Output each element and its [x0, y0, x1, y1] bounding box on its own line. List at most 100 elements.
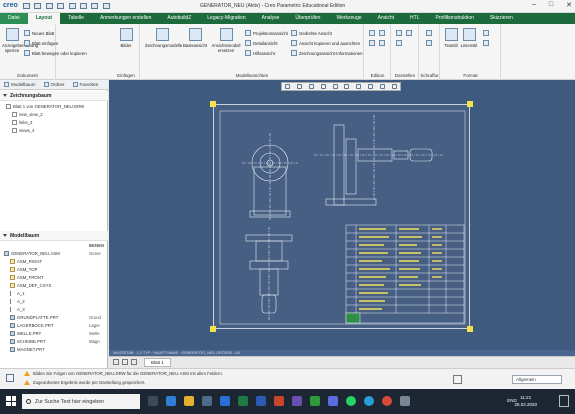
format-button-1[interactable]	[483, 30, 491, 36]
drawing-tree-item[interactable]: links_3	[12, 120, 32, 125]
word-icon[interactable]	[256, 396, 266, 406]
model-tree-item[interactable]: ASM_RIGHT	[10, 259, 42, 264]
chrome-icon[interactable]	[382, 396, 392, 406]
zoom-in-icon[interactable]	[297, 84, 303, 89]
detailansicht-button[interactable]: Detailansicht	[245, 40, 278, 46]
close-window-icon[interactable]	[102, 3, 110, 9]
anzeige-sperren-button[interactable]: Anzeigebemaßung sperren	[2, 28, 38, 53]
edit-button-2[interactable]	[379, 30, 387, 36]
redo-icon[interactable]	[68, 3, 76, 9]
model-tree-item[interactable]: ASM_TOP	[10, 267, 37, 272]
notification-icon[interactable]	[559, 395, 569, 407]
projektionsansicht-button[interactable]: Projektionsansicht	[245, 30, 288, 36]
taskbar-clock[interactable]: 11:21 25.02.2020	[514, 394, 537, 408]
excel-icon[interactable]	[238, 396, 248, 406]
whatsapp-icon[interactable]	[346, 396, 356, 406]
close-button[interactable]: ✕	[566, 1, 572, 11]
drawing-tree-item[interactable]: Blatt 1 von GENERATOR_NEU.DRW	[6, 104, 84, 109]
message-log-icon[interactable]	[6, 374, 14, 382]
tab-tabelle[interactable]: Tabelle	[60, 13, 92, 24]
blatt-bewegen-button[interactable]: Blatt bewegen oder kopieren	[24, 50, 87, 56]
tab-ordner[interactable]: Ordner	[40, 82, 69, 87]
save-icon[interactable]	[45, 3, 53, 9]
display-button-3[interactable]	[396, 40, 404, 46]
drawing-canvas[interactable]	[109, 80, 575, 356]
grid-icon[interactable]	[379, 84, 385, 89]
blatt-einfuegen-button[interactable]: Blatt einfügen	[24, 40, 58, 46]
onenote-icon[interactable]	[292, 396, 302, 406]
first-sheet-icon[interactable]	[113, 359, 119, 365]
ansichtsmodell-button[interactable]: Ansichtsmodell ersetzen	[211, 28, 241, 53]
drawing-tree-header[interactable]: Zeichnungsbaum	[0, 91, 108, 101]
find-icon[interactable]	[453, 375, 462, 384]
edit-button-4[interactable]	[379, 40, 387, 46]
file-explorer-icon[interactable]	[184, 396, 194, 406]
next-sheet-icon[interactable]	[131, 359, 137, 365]
window-icon[interactable]	[91, 3, 99, 9]
drawing-tree-item[interactable]: new_view_2	[12, 112, 43, 117]
tab-htl[interactable]: HTL	[402, 13, 427, 24]
annotation-display-icon[interactable]	[356, 84, 362, 89]
model-tree-item[interactable]: ASM_DEF_CSYS	[10, 283, 51, 288]
tab-ansicht[interactable]: Ansicht	[370, 13, 402, 24]
tab-modellbaum[interactable]: Modellbaum	[0, 82, 40, 87]
powerpoint-icon[interactable]	[274, 396, 284, 406]
minimize-button[interactable]: –	[532, 1, 536, 11]
hatch-button-2[interactable]	[426, 40, 434, 46]
model-tree-item[interactable]: SCHEIBE.PRT	[10, 339, 46, 344]
hilfsansicht-button[interactable]: Hilfsansicht	[245, 50, 275, 56]
tab-layout[interactable]: Layout	[27, 13, 61, 24]
windows-start-icon[interactable]	[6, 396, 16, 406]
datum-display-icon[interactable]	[344, 84, 350, 89]
display-button-2[interactable]	[406, 30, 414, 36]
taskbar-search-box[interactable]: Zur Suche Text hier eingeben	[22, 394, 140, 409]
zoom-out-icon[interactable]	[308, 84, 314, 89]
tab-legacy-migration[interactable]: Legacy-Migration	[199, 13, 253, 24]
model-tree-item[interactable]: A_3	[10, 307, 25, 312]
zeichnungsansicht-info-button[interactable]: Zeichnungsansicht-Informationen	[291, 50, 363, 56]
basisansicht-button[interactable]: Basisansicht	[181, 28, 209, 48]
model-tree-item[interactable]: MAGNET.PRT	[10, 347, 45, 352]
store-icon[interactable]	[202, 396, 212, 406]
model-tree-item[interactable]: GRUNDPLATTE.PRT	[10, 315, 58, 320]
model-tree-item[interactable]: ASM_FRONT	[10, 275, 44, 280]
edit-button-3[interactable]	[369, 40, 377, 46]
tab-autobuildz[interactable]: AutobuildZ	[159, 13, 199, 24]
edit-button-1[interactable]	[369, 30, 377, 36]
hatch-button[interactable]	[426, 30, 434, 36]
tab-favoriten[interactable]: Favoriten	[69, 82, 103, 87]
textstil-button[interactable]: Textstil	[443, 28, 459, 48]
display-style-icon[interactable]	[332, 84, 338, 89]
task-view-icon[interactable]	[148, 396, 158, 406]
drawing-sheet[interactable]	[210, 101, 473, 332]
model-tree-item[interactable]: LAGERBOCK.PRT	[10, 323, 53, 328]
undo-icon[interactable]	[57, 3, 65, 9]
tab-datei[interactable]: Datei	[0, 13, 28, 24]
tab-profilkonstruktion[interactable]: Profilkonstruktion	[428, 13, 482, 24]
repaint-icon[interactable]	[320, 84, 326, 89]
bilder-button[interactable]: Bilder	[116, 28, 136, 48]
format-button-2[interactable]	[483, 40, 491, 46]
refit-icon[interactable]	[285, 84, 291, 89]
drawing-tree-item[interactable]: views_4	[12, 128, 35, 133]
selection-filter-dropdown[interactable]: Allgemein	[512, 375, 562, 384]
model-tree-item[interactable]: WELLE.PRT	[10, 331, 41, 336]
skype-icon[interactable]	[364, 396, 374, 406]
teams-icon[interactable]	[328, 396, 338, 406]
model-tree-item[interactable]: GENERATOR_NEU.ASM	[4, 251, 60, 256]
creo-taskbar-icon[interactable]	[310, 396, 320, 406]
linienstil-button[interactable]: Linienstil	[460, 28, 478, 48]
tab-analyse[interactable]: Analyse	[254, 13, 288, 24]
prev-sheet-icon[interactable]	[122, 359, 128, 365]
layer-icon[interactable]	[367, 84, 373, 89]
zeichnungsmodelle-button[interactable]: Zeichnungsmodelle	[145, 28, 182, 48]
open-file-icon[interactable]	[34, 3, 42, 9]
settings-icon[interactable]	[391, 84, 397, 89]
maximize-button[interactable]: □	[549, 1, 553, 11]
regenerate-icon[interactable]	[79, 3, 87, 9]
model-tree-header[interactable]: Modellbaum	[0, 231, 108, 241]
ansicht-kopieren-button[interactable]: Ansicht kopieren und ausrichten	[291, 40, 360, 46]
model-tree-item[interactable]: A_2	[10, 299, 25, 304]
neues-blatt-button[interactable]: Neues Blatt	[24, 30, 54, 36]
model-tree-item[interactable]: A_1	[10, 291, 25, 296]
